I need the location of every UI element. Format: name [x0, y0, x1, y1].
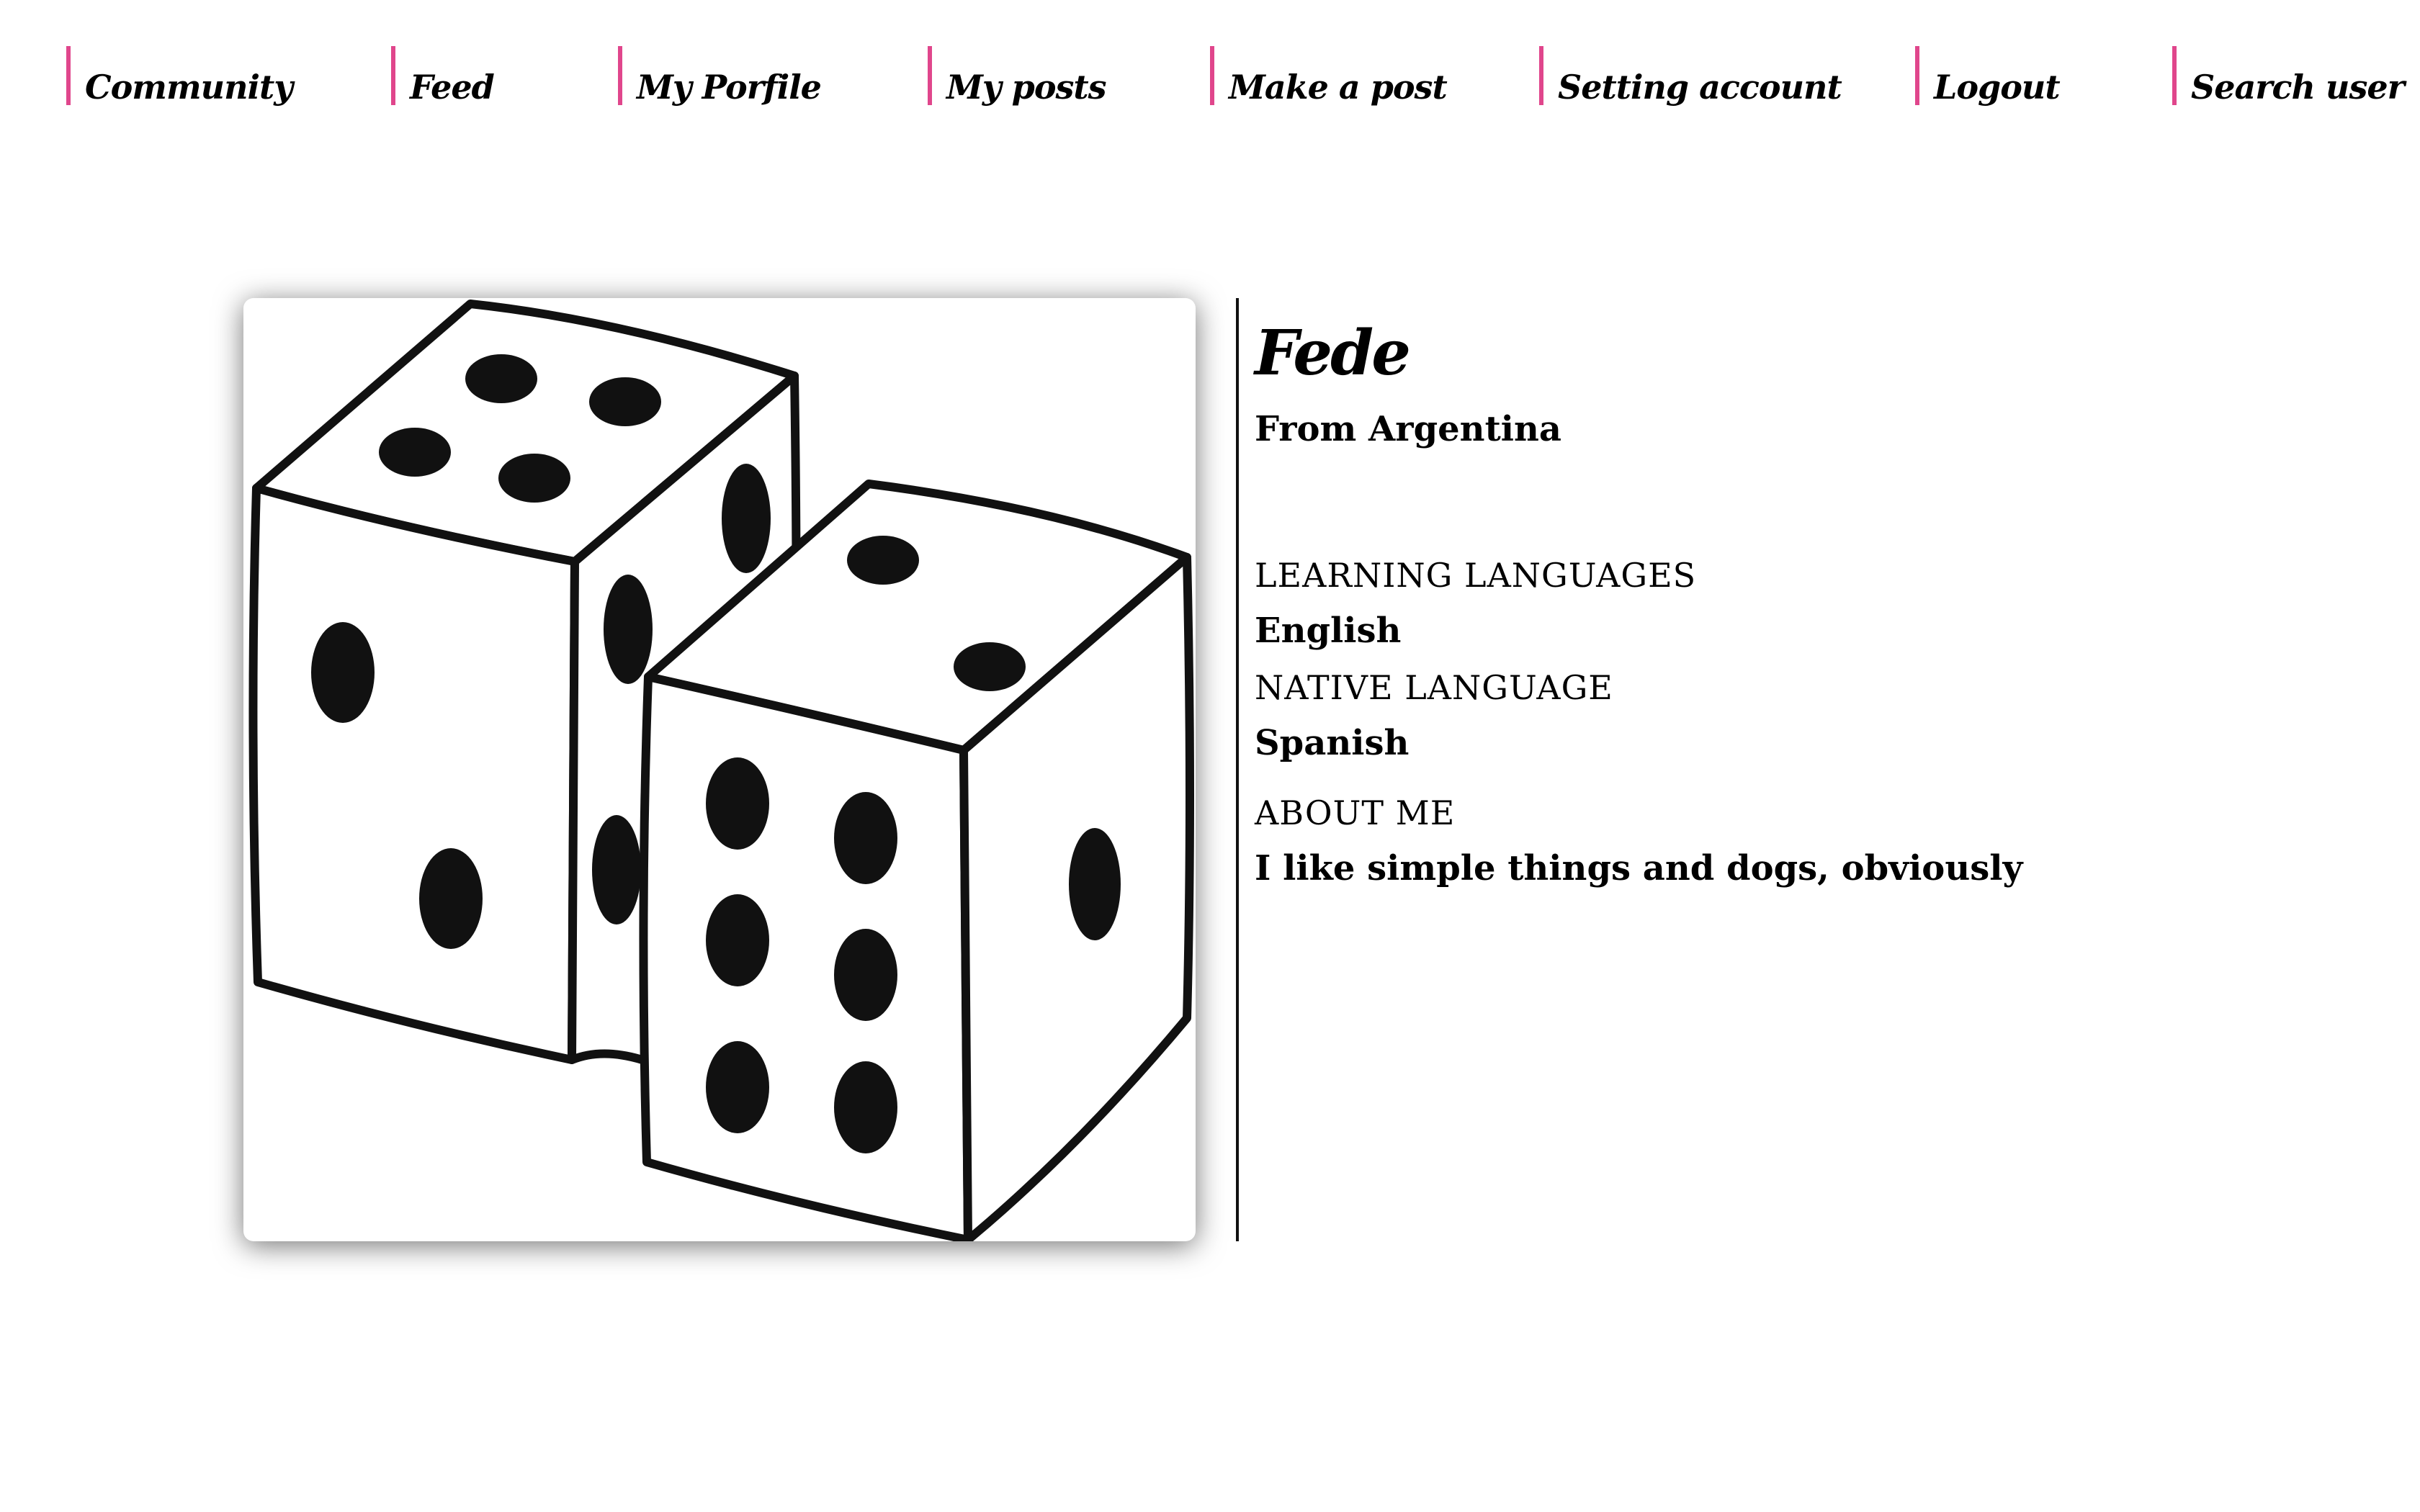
- nav-link-community[interactable]: Community: [66, 46, 293, 107]
- native-language-value: Spanish: [1255, 723, 1410, 763]
- nav-link-feed[interactable]: Feed: [391, 46, 495, 107]
- top-navigation: Community Feed My Porfile My posts Make …: [0, 0, 2420, 115]
- nav-label-setting-account: Setting account: [1558, 68, 1842, 107]
- nav-label-my-profile: My Porfile: [637, 68, 822, 107]
- about-me-value: I like simple things and dogs, obviously: [1255, 848, 2023, 888]
- nav-link-my-profile[interactable]: My Porfile: [618, 46, 822, 107]
- nav-link-make-a-post[interactable]: Make a post: [1210, 46, 1448, 107]
- nav-link-logout[interactable]: Logout: [1915, 46, 2061, 107]
- nav-label-make-a-post: Make a post: [1229, 68, 1448, 107]
- profile-photo: [243, 298, 1196, 1241]
- profile-origin: From Argentina: [1255, 409, 1561, 449]
- nav-label-my-posts: My posts: [946, 68, 1107, 107]
- learning-languages-label: LEARNING LANGUAGES: [1255, 556, 1697, 595]
- nav-link-my-posts[interactable]: My posts: [928, 46, 1107, 107]
- nav-label-search-user: Search user: [2191, 68, 2405, 107]
- native-language-label: NATIVE LANGUAGE: [1255, 668, 1613, 707]
- profile-info: Fede From Argentina LEARNING LANGUAGES E…: [1255, 310, 2335, 886]
- nav-link-search-user[interactable]: Search user: [2172, 46, 2405, 107]
- nav-label-logout: Logout: [1934, 68, 2061, 107]
- nav-link-setting-account[interactable]: Setting account: [1539, 46, 1842, 105]
- nav-label-feed: Feed: [410, 68, 495, 107]
- profile-name: Fede: [1255, 317, 1411, 390]
- learning-languages-value: English: [1255, 611, 1402, 651]
- nav-label-community: Community: [85, 68, 293, 107]
- dice-image-icon: [248, 300, 1194, 1241]
- profile-divider: [1236, 298, 1239, 1241]
- about-me-label: ABOUT ME: [1255, 793, 1456, 832]
